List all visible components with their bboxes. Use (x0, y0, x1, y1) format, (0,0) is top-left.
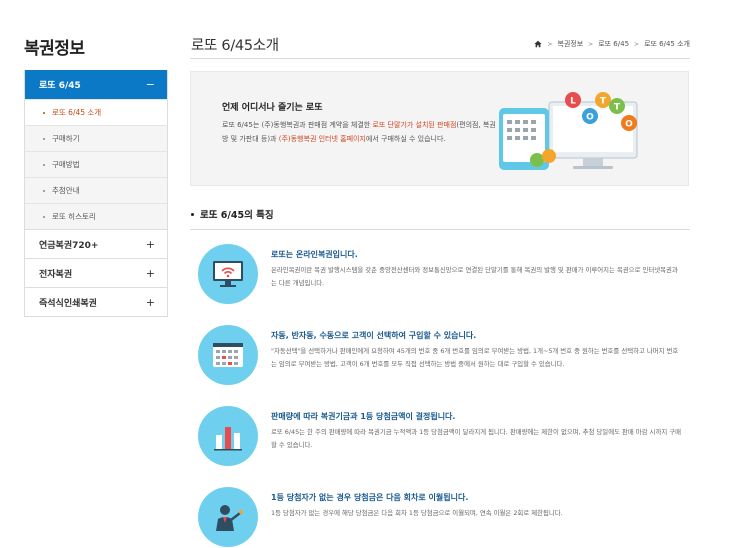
expand-icon[interactable]: + (146, 267, 155, 280)
lotto-letter: L (570, 97, 576, 107)
sidebar-item-label: 전자복권 (39, 269, 73, 280)
feature-desc: 온라인복권이란 복권 발행시스템을 갖춘 중앙전산센터와 정보통신망으로 연결된… (271, 266, 678, 287)
sidebar-item-label: 연금복권720+ (39, 240, 99, 251)
bullet-icon (43, 163, 45, 166)
page-title: 로또 6/45소개 (191, 38, 279, 54)
sidebar-sub-purchase[interactable]: 구매하기 (25, 125, 167, 151)
lotto-letter: O (625, 120, 633, 130)
lotto-monitor-illustration: L O T T O (499, 92, 638, 170)
sidebar-sub-label: 추첨안내 (52, 186, 80, 195)
sidebar-item-electronic[interactable]: 전자복권 + (25, 258, 167, 287)
divider (190, 58, 690, 59)
feature-desc: 로또 6/45는 한 주의 판매량에 따라 복권기금 누적액과 1등 당첨금액이… (271, 428, 681, 449)
breadcrumb-item: 로또 6/45 소개 (644, 40, 690, 48)
wifi-monitor-icon (213, 261, 243, 287)
sidebar-item-label: 로또 6/45 (39, 81, 81, 91)
number-grid-icon (213, 343, 243, 367)
breadcrumb: > 복권정보 > 로또 6/45 > 로또 6/45 소개 (534, 39, 690, 49)
sidebar-item-pension[interactable]: 연금복권720+ + (25, 229, 167, 258)
intro-box: 언제 어디서나 즐기는 로또 로또 6/45는 (주)동행복권과 판매점 계약을… (190, 71, 689, 186)
sidebar-sub-draw-info[interactable]: 추첨안내 (25, 177, 167, 203)
divider (190, 229, 690, 230)
breadcrumb-item[interactable]: 로또 6/45 (598, 39, 629, 49)
lotto-letter: T (614, 103, 621, 113)
collapse-icon[interactable]: − (146, 78, 155, 91)
sidebar-item-label: 즉석식인쇄복권 (39, 298, 97, 309)
feature-icon-circle (198, 487, 258, 547)
sidebar-menu: 로또 6/45 − 로또 6/45 소개 구매하기 구매방법 추첨안내 로또 히… (24, 70, 168, 317)
sidebar-sub-how-to-buy[interactable]: 구매방법 (25, 151, 167, 177)
bullet-icon (43, 137, 45, 140)
sidebar-item-lotto[interactable]: 로또 6/45 − (25, 70, 167, 99)
intro-highlight: 로또 단말기가 설치된 판매점 (372, 121, 457, 129)
sidebar-sub-label: 로또 히스토리 (52, 212, 96, 221)
sidebar-title: 복권정보 (24, 39, 85, 59)
bar-chart-icon (214, 427, 242, 451)
feature-desc: 1등 당첨자가 없는 경우에 해당 당첨금은 다음 회차 1등 당첨금으로 이월… (271, 509, 563, 517)
feature-title: 1등 당첨자가 없는 경우 당첨금은 다음 회차로 이월됩니다. (271, 493, 469, 502)
feature-desc: "자동선택"을 선택하거나 판매인에게 요청하여 45개의 번호 중 6개 번호… (271, 347, 679, 368)
intro-text-part: 에서 구매하실 수 있습니다. (365, 134, 446, 143)
sidebar-sub-lotto-intro[interactable]: 로또 6/45 소개 (25, 99, 167, 125)
home-icon[interactable] (534, 40, 542, 48)
features-title: 로또 6/45의 특징 (191, 207, 274, 221)
features-title-text: 로또 6/45의 특징 (200, 210, 274, 221)
sidebar-sub-history[interactable]: 로또 히스토리 (25, 203, 167, 229)
intro-text: 로또 6/45는 (주)동행복권과 판매점 계약을 체결한 로또 단말기가 설치… (222, 119, 497, 146)
intro-highlight: (주)동행복권 인터넷 홈페이지 (278, 134, 366, 143)
lotto-letter: T (600, 97, 607, 107)
sidebar-sub-label: 구매하기 (52, 134, 80, 143)
separator-icon: > (634, 40, 640, 48)
feature-icon-circle (198, 406, 258, 466)
bullet-icon (43, 111, 45, 114)
sidebar-sub-label: 로또 6/45 소개 (52, 108, 102, 117)
bullet-icon (191, 212, 194, 216)
bullet-icon (43, 215, 45, 218)
feature-icon-circle (198, 244, 258, 304)
sidebar-sub-label: 구매방법 (52, 160, 80, 169)
feature-title: 판매량에 따라 복권기금과 1등 당첨금액이 결정됩니다. (271, 412, 456, 421)
lotto-letter: O (586, 113, 594, 123)
separator-icon: > (547, 40, 553, 48)
presenter-icon (216, 505, 243, 531)
expand-icon[interactable]: + (146, 238, 155, 251)
intro-heading: 언제 어디서나 즐기는 로또 (222, 103, 323, 113)
feature-title: 로또는 온라인복권입니다. (271, 250, 358, 259)
sidebar-item-instant[interactable]: 즉석식인쇄복권 + (25, 287, 167, 316)
feature-title: 자동, 반자동, 수동으로 고객이 선택하여 구입할 수 있습니다. (271, 331, 477, 340)
intro-text-part: 로또 6/45는 (주)동행복권과 판매점 계약을 체결한 (222, 121, 373, 129)
feature-icon-circle (198, 325, 258, 385)
bullet-icon (43, 189, 45, 192)
expand-icon[interactable]: + (146, 296, 155, 309)
separator-icon: > (588, 40, 594, 48)
breadcrumb-item[interactable]: 복권정보 (557, 39, 583, 49)
